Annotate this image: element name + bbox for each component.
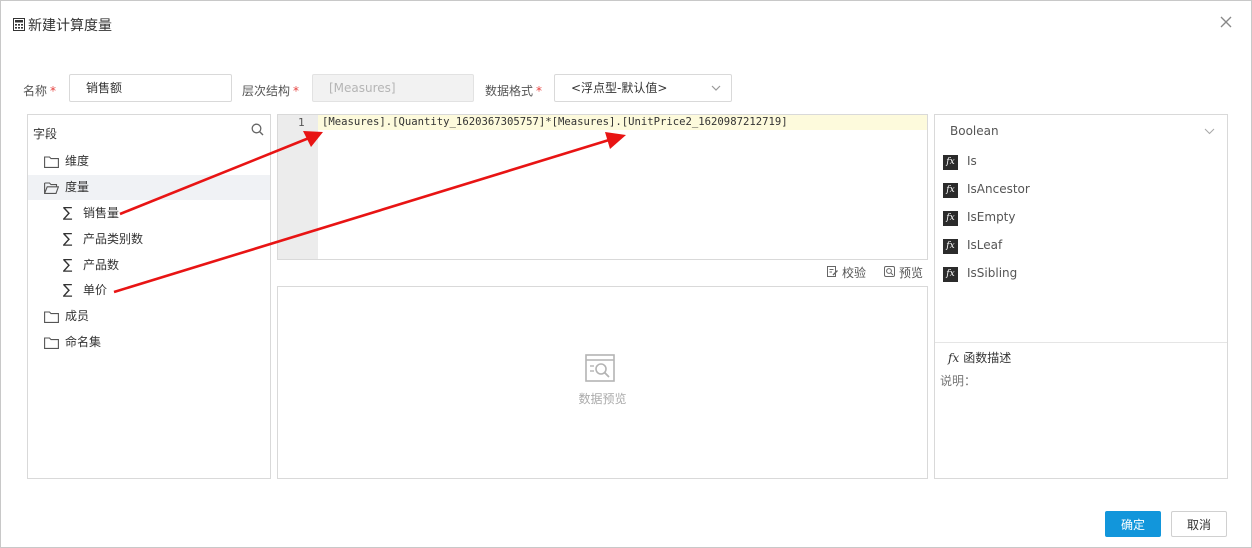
function-description-text: 说明： bbox=[940, 374, 977, 388]
chevron-down-icon bbox=[711, 85, 721, 91]
preview-label: 预览 bbox=[899, 266, 924, 280]
tree-measure-sales-qty[interactable]: ∑ 销售量 bbox=[28, 201, 270, 226]
data-preview-panel: 数据预览 bbox=[277, 286, 928, 479]
tree-item-label: 维度 bbox=[65, 154, 90, 168]
expression-editor[interactable]: 1 [Measures].[Quantity_1620367305757]*[M… bbox=[277, 114, 928, 260]
name-label: 名称 * bbox=[23, 84, 57, 98]
dialog-title: 新建计算度量 bbox=[28, 18, 112, 34]
tree-folder-measure[interactable]: 度量 bbox=[28, 175, 270, 200]
function-item-label: IsSibling bbox=[967, 266, 1018, 280]
line-number: 1 bbox=[298, 116, 305, 129]
function-icon: fx bbox=[943, 267, 958, 282]
tree-measure-unit-price[interactable]: ∑ 单价 bbox=[28, 278, 270, 303]
level-label: 层次结构 * bbox=[242, 84, 300, 98]
function-divider bbox=[935, 342, 1227, 343]
fx-icon: fx bbox=[948, 351, 960, 365]
sigma-icon: ∑ bbox=[63, 205, 73, 221]
sigma-icon: ∑ bbox=[63, 257, 73, 273]
folder-icon bbox=[44, 311, 59, 323]
validate-button[interactable]: 校验 bbox=[827, 264, 866, 281]
tree-item-label: 单价 bbox=[83, 283, 108, 297]
validate-label: 校验 bbox=[842, 266, 867, 280]
tree-measure-product-count[interactable]: ∑ 产品数 bbox=[28, 253, 270, 278]
function-category-select[interactable]: Boolean bbox=[935, 115, 1227, 147]
sigma-icon: ∑ bbox=[63, 282, 73, 298]
close-icon[interactable] bbox=[1219, 15, 1233, 29]
data-preview-placeholder: 数据预览 bbox=[578, 392, 627, 406]
calculated-measure-dialog: 新建计算度量 名称 * 销售额 层次结构 * [Measures] 数据格式 * <浮… bbox=[0, 0, 1252, 548]
tree-item-label: 产品类别数 bbox=[83, 232, 144, 246]
format-select-value: <浮点型-默认值> bbox=[571, 81, 668, 95]
folder-open-icon bbox=[44, 182, 59, 194]
name-input[interactable]: 销售额 bbox=[69, 74, 232, 102]
level-input: [Measures] bbox=[312, 74, 474, 102]
tree-folder-dimension[interactable]: 维度 bbox=[28, 149, 270, 174]
editor-active-line[interactable]: [Measures].[Quantity_1620367305757]*[Mea… bbox=[318, 115, 927, 130]
tree-item-label: 产品数 bbox=[83, 258, 120, 272]
function-item-label: IsLeaf bbox=[967, 238, 1003, 252]
chevron-down-icon bbox=[1204, 128, 1215, 135]
function-icon: fx bbox=[943, 211, 958, 226]
function-item-label: IsAncestor bbox=[967, 182, 1030, 196]
function-item-label: Is bbox=[967, 154, 977, 168]
fields-header: 字段 bbox=[33, 127, 58, 141]
sigma-icon: ∑ bbox=[63, 231, 73, 247]
function-category-value: Boolean bbox=[950, 124, 999, 138]
tree-folder-members[interactable]: 成员 bbox=[28, 304, 270, 329]
validate-icon bbox=[827, 266, 838, 277]
search-icon[interactable] bbox=[251, 123, 264, 136]
dialog-title-bar: 新建计算度量 bbox=[1, 1, 1251, 47]
preview-button[interactable]: 预览 bbox=[884, 264, 923, 281]
editor-gutter: 1 bbox=[278, 115, 318, 259]
function-panel: Boolean fx Is fx IsAncestor fx IsEmpty f… bbox=[934, 114, 1228, 479]
fields-panel: 字段 维度 度量 ∑ 销售量 ∑ 产品类别数 ∑ 产品数 ∑ 单价 成员 命名集 bbox=[27, 114, 271, 479]
preview-icon bbox=[884, 266, 895, 277]
format-select[interactable]: <浮点型-默认值> bbox=[554, 74, 732, 102]
tree-item-label: 成员 bbox=[65, 309, 90, 323]
tree-item-label: 命名集 bbox=[65, 335, 102, 349]
function-icon: fx bbox=[943, 183, 958, 198]
cancel-button[interactable]: 取消 bbox=[1171, 511, 1227, 537]
function-icon: fx bbox=[943, 239, 958, 254]
format-label: 数据格式 * bbox=[485, 84, 543, 98]
tree-item-label: 销售量 bbox=[83, 206, 120, 220]
folder-icon bbox=[44, 337, 59, 349]
function-icon: fx bbox=[943, 155, 958, 170]
calculator-icon bbox=[13, 18, 25, 31]
tree-measure-category-count[interactable]: ∑ 产品类别数 bbox=[28, 227, 270, 252]
folder-icon bbox=[44, 156, 59, 168]
tree-item-label: 度量 bbox=[65, 180, 90, 194]
function-item-label: IsEmpty bbox=[967, 210, 1016, 224]
data-preview-icon bbox=[585, 354, 615, 382]
tree-folder-named-sets[interactable]: 命名集 bbox=[28, 330, 270, 355]
ok-button[interactable]: 确定 bbox=[1105, 511, 1161, 537]
expression-code[interactable]: [Measures].[Quantity_1620367305757]*[Mea… bbox=[322, 115, 788, 130]
function-description-title: fx 函数描述 bbox=[948, 351, 1012, 365]
